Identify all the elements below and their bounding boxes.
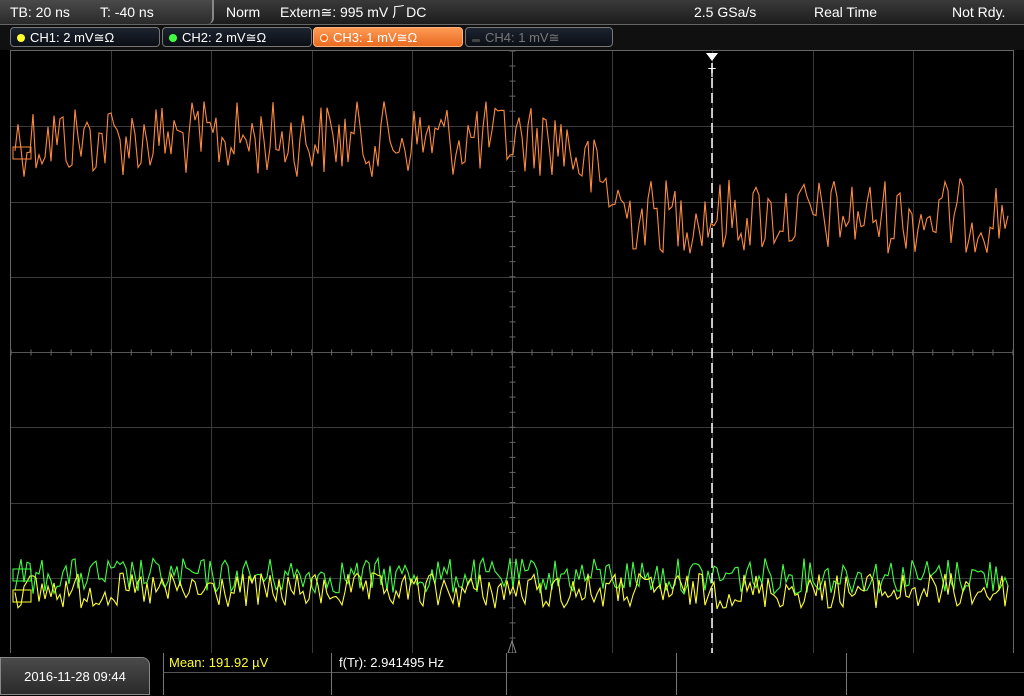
- timebase-panel[interactable]: TB: 20 ns T: -40 ns: [0, 0, 214, 24]
- datetime-display: 2016-11-28 09:44: [0, 657, 150, 695]
- channel-button-ch2[interactable]: CH2: 2 mV≅Ω: [162, 27, 312, 47]
- channel-label: CH1: 2 mV≅Ω: [30, 30, 115, 45]
- channel-button-ch1[interactable]: CH1: 2 mV≅Ω: [10, 27, 160, 47]
- ch2-dot-icon: [169, 34, 177, 42]
- timebase-readout: TB: 20 ns: [10, 4, 70, 20]
- sample-rate: 2.5 GSa/s: [694, 4, 757, 20]
- trigger-status: Not Rdy.: [952, 4, 1006, 20]
- channel-button-ch4[interactable]: CH4: 1 mV≅: [465, 27, 613, 47]
- channel-label: CH2: 2 mV≅Ω: [182, 30, 267, 45]
- ch3-dot-icon: [320, 34, 328, 42]
- ch2-trace: [14, 556, 1009, 596]
- channel-row: CH1: 2 mV≅Ω CH2: 2 mV≅Ω CH3: 1 mV≅Ω CH4:…: [0, 25, 1024, 50]
- channel-button-ch3[interactable]: CH3: 1 mV≅Ω: [313, 27, 463, 47]
- acquisition-mode[interactable]: Real Time: [814, 0, 877, 24]
- ch3-trace: [14, 101, 1009, 254]
- trigger-label: T: [708, 65, 716, 80]
- measurement-cell-5[interactable]: [846, 653, 1024, 695]
- trigger-frequency: f(Tr): 2.941495 Hz: [339, 655, 445, 670]
- waveform-plot: T: [11, 51, 1013, 653]
- measurement-cell-4[interactable]: [676, 653, 846, 695]
- trigger-arrow-icon: [706, 53, 718, 61]
- trigger-mode[interactable]: Norm: [226, 0, 260, 24]
- ch4-dash-icon: [472, 39, 480, 42]
- graticule: [11, 51, 1013, 653]
- waveform-screen[interactable]: T: [10, 50, 1014, 654]
- trigger-source[interactable]: Extern≅: 995 mV ⺁DC: [280, 0, 426, 24]
- ch1-dot-icon: [17, 34, 25, 42]
- status-bar: TB: 20 ns T: -40 ns Norm Extern≅: 995 mV…: [0, 0, 1024, 25]
- trigger-time-readout: T: -40 ns: [100, 4, 154, 20]
- measurement-cell-3[interactable]: [506, 653, 676, 695]
- mean-measurement: Mean: 191.92 µV: [169, 655, 269, 670]
- ground-markers: [12, 146, 32, 603]
- channel-label: CH3: 1 mV≅Ω: [333, 30, 418, 45]
- channel-label: CH4: 1 mV≅: [485, 30, 560, 45]
